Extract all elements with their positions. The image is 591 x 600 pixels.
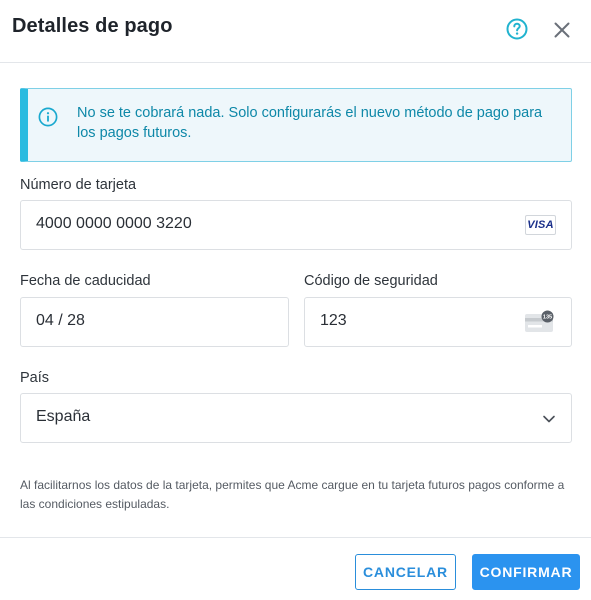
- card-number-value: 4000 0000 0000 3220: [36, 215, 192, 232]
- security-code-value: 123: [320, 312, 347, 329]
- dialog-footer: CANCELAR CONFIRMAR: [0, 537, 591, 600]
- expiry-field[interactable]: 04 / 28: [20, 297, 289, 347]
- payment-details-dialog: Detalles de pago No se te cobrará nada. …: [0, 0, 591, 600]
- question-circle-icon: [506, 18, 528, 40]
- close-icon: [554, 22, 570, 38]
- card-cvc-icon: 135: [525, 310, 554, 332]
- visa-icon: VISA: [525, 215, 556, 235]
- help-button[interactable]: [505, 17, 529, 41]
- country-label: País: [20, 370, 50, 386]
- chevron-down-icon: [543, 415, 555, 423]
- dialog-header: Detalles de pago: [0, 0, 591, 63]
- info-notice: No se te cobrará nada. Solo configurarás…: [20, 88, 572, 162]
- expiry-label: Fecha de caducidad: [20, 273, 151, 289]
- country-select[interactable]: España: [20, 393, 572, 443]
- card-number-field[interactable]: 4000 0000 0000 3220 VISA: [20, 200, 572, 250]
- disclaimer-text: Al facilitarnos los datos de la tarjeta,…: [20, 478, 565, 511]
- notice-text: No se te cobrará nada. Solo configurarás…: [77, 105, 543, 141]
- confirm-button[interactable]: CONFIRMAR: [472, 554, 580, 590]
- card-number-label: Número de tarjeta: [20, 177, 137, 193]
- expiry-value: 04 / 28: [36, 312, 85, 329]
- info-circle-icon: [38, 107, 58, 127]
- close-button[interactable]: [551, 19, 573, 41]
- security-code-label: Código de seguridad: [304, 273, 438, 289]
- cvc-icon-hint: 135: [543, 314, 552, 320]
- dialog-title: Detalles de pago: [12, 15, 173, 37]
- security-code-field[interactable]: 123 135: [304, 297, 572, 347]
- cancel-button[interactable]: CANCELAR: [355, 554, 456, 590]
- country-selected-value: España: [36, 408, 91, 425]
